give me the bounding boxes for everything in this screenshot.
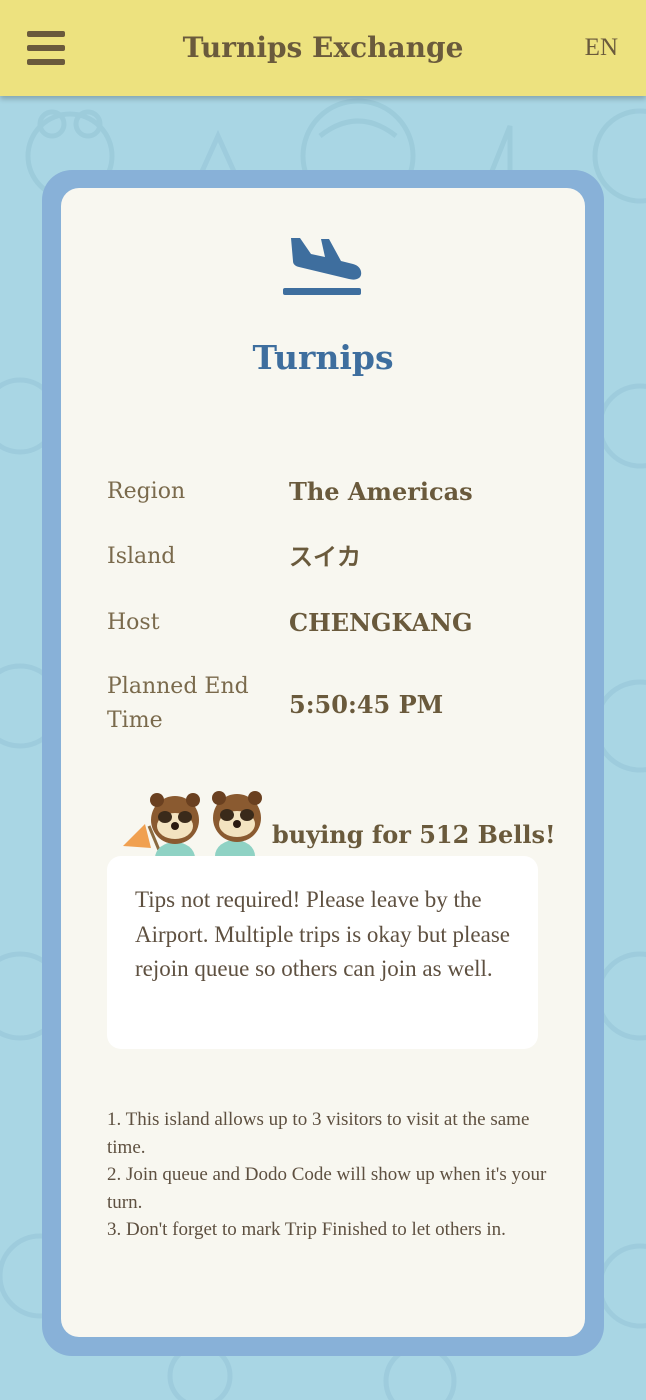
host-note: Tips not required! Please leave by the A… [107,856,538,1049]
airplane-landing-icon [283,238,362,295]
host-value: CHENGKANG [289,608,473,637]
rule-item: 3. Don't forget to mark Trip Finished to… [107,1219,506,1240]
region-value: The Americas [289,477,473,506]
island-value: スイカ [289,542,361,571]
host-label: Host [107,610,160,635]
top-app-bar: Turnips Exchange EN [0,0,646,96]
planned-end-time-value: 5:50:45 PM [289,690,444,719]
region-label: Region [107,479,186,504]
host-note-text: Tips not required! Please leave by the A… [135,887,510,981]
island-label: Island [107,544,176,569]
rules-list: 1. This island allows up to 3 visitors t… [107,1106,547,1244]
island-card: Turnips Region The Americas Island スイカ H… [61,188,585,1337]
planned-end-time-label: Planned End Time [107,674,249,733]
app-title: Turnips Exchange [182,31,464,64]
language-selector[interactable]: EN [585,34,618,62]
buying-price-text: buying for 512 Bells! [272,820,556,849]
rule-item: 1. This island allows up to 3 visitors t… [107,1109,530,1158]
rule-item: 2. Join queue and Dodo Code will show up… [107,1164,547,1213]
card-title: Turnips [252,338,394,377]
